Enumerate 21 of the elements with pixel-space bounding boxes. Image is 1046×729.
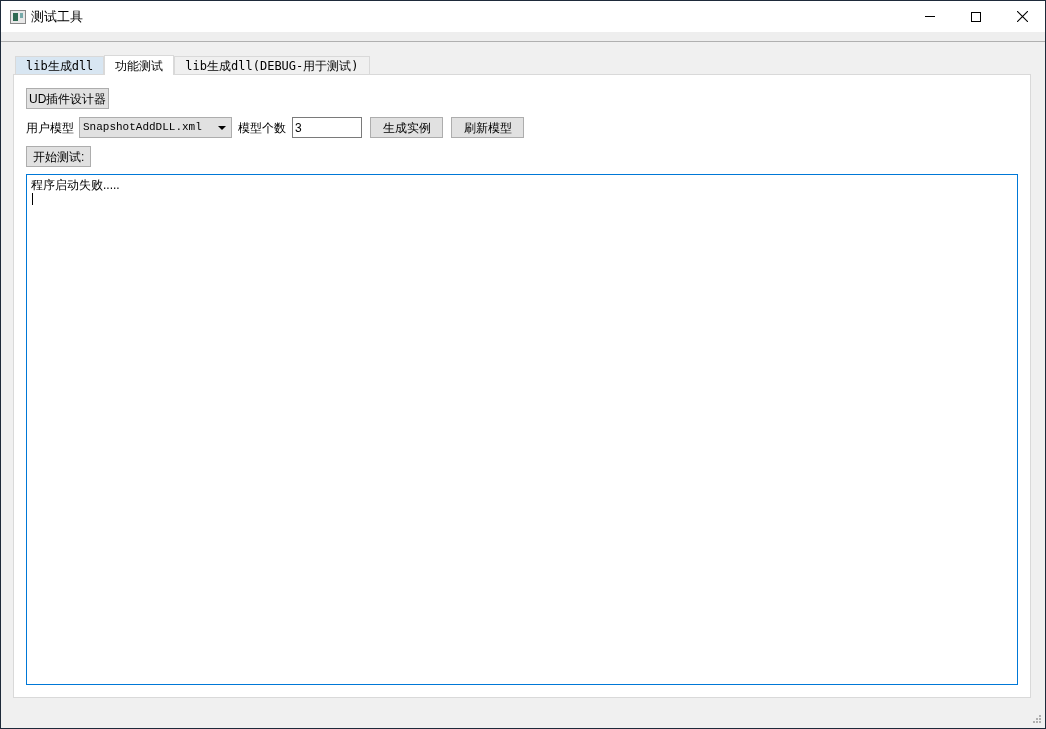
- minimize-icon: [925, 16, 935, 17]
- model-dropdown[interactable]: SnapshotAddDLL.xml: [79, 117, 232, 138]
- tab[interactable]: 功能测试: [104, 55, 175, 75]
- model-label: 用户模型: [26, 119, 74, 137]
- text-cursor: [32, 193, 33, 205]
- window-title: 测试工具: [31, 7, 83, 26]
- start-test-button[interactable]: 开始测试:: [26, 146, 92, 167]
- tab[interactable]: lib生成dll(DEBUG-用于测试): [174, 56, 370, 74]
- log-text: 程序启动失败.....: [31, 178, 120, 193]
- tab[interactable]: lib生成dll: [15, 56, 105, 74]
- action-button[interactable]: 刷新模型: [451, 117, 524, 138]
- log-textarea[interactable]: 程序启动失败.....: [26, 174, 1018, 685]
- count-label: 模型个数: [238, 119, 286, 137]
- close-icon: [1016, 11, 1028, 22]
- count-field[interactable]: 3: [292, 117, 362, 138]
- action-button[interactable]: 生成实例: [370, 117, 443, 138]
- resize-grip-icon: [1032, 715, 1042, 725]
- plugin-designer-button[interactable]: UD插件设计器: [26, 88, 110, 109]
- maximize-icon: [971, 11, 981, 22]
- app-icon: [10, 9, 26, 24]
- dropdown-caret-icon: [218, 125, 226, 130]
